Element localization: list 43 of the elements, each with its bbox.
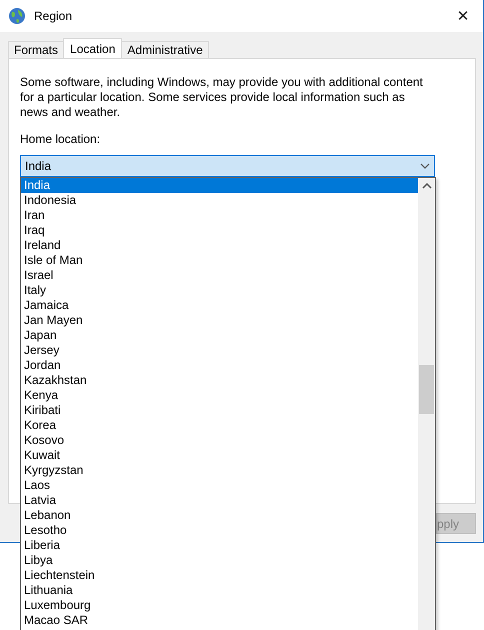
list-item[interactable]: Liberia — [21, 538, 418, 553]
list-item[interactable]: Lesotho — [21, 523, 418, 538]
chevron-down-icon — [420, 163, 430, 169]
window-title: Region — [34, 9, 74, 23]
list-item[interactable]: Kiribati — [21, 403, 418, 418]
tab[interactable]: Location — [63, 38, 122, 58]
list-item[interactable]: Libya — [21, 553, 418, 568]
list-item[interactable]: Isle of Man — [21, 253, 418, 268]
list-item[interactable]: Korea — [21, 418, 418, 433]
close-button[interactable]: ✕ — [443, 1, 483, 31]
field-label: Home location: — [20, 132, 102, 147]
tab[interactable]: Formats — [8, 41, 64, 58]
list-item[interactable]: Lithuania — [21, 583, 418, 598]
list-item[interactable]: Kenya — [21, 388, 418, 403]
list-item[interactable]: Iraq — [21, 223, 418, 238]
home-location-dropdown[interactable]: India — [20, 155, 435, 177]
list-item[interactable]: Laos — [21, 478, 418, 493]
scroll-thumb[interactable] — [419, 365, 434, 414]
list-item[interactable]: Israel — [21, 268, 418, 283]
list-item[interactable]: Kazakhstan — [21, 373, 418, 388]
list-item[interactable]: Latvia — [21, 493, 418, 508]
tab[interactable]: Administrative — [121, 41, 209, 58]
scrollbar[interactable] — [418, 178, 435, 630]
list-item[interactable]: Jordan — [21, 358, 418, 373]
list-item[interactable]: Ireland — [21, 238, 418, 253]
globe-icon — [8, 7, 26, 25]
scroll-up-icon[interactable] — [422, 183, 432, 189]
list-item[interactable]: Iran — [21, 208, 418, 223]
list-item[interactable]: India — [21, 178, 418, 193]
list-item[interactable]: Macao SAR — [21, 613, 418, 628]
description-text: Some software, including Windows, may provide you with additional content for a particular location. Some services provide local information such as news and weather. — [20, 75, 424, 120]
list-item[interactable]: Kyrgyzstan — [21, 463, 418, 478]
list-item[interactable]: Luxembourg — [21, 598, 418, 613]
list-item[interactable]: Jan Mayen — [21, 313, 418, 328]
list-item[interactable]: Kosovo — [21, 433, 418, 448]
list-item[interactable]: Jersey — [21, 343, 418, 358]
list-item[interactable]: Lebanon — [21, 508, 418, 523]
list-item[interactable]: Liechtenstein — [21, 568, 418, 583]
list-item[interactable]: Japan — [21, 328, 418, 343]
list-item[interactable]: Italy — [21, 283, 418, 298]
list-item[interactable]: Jamaica — [21, 298, 418, 313]
list-item[interactable]: Kuwait — [21, 448, 418, 463]
list-item[interactable]: Indonesia — [21, 193, 418, 208]
